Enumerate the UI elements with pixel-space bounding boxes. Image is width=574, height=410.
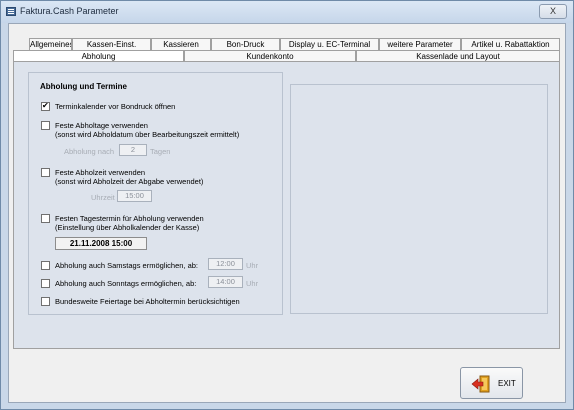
- terminkalender-label: Terminkalender vor Bondruck öffnen: [55, 102, 176, 111]
- app-icon: [6, 7, 16, 16]
- feste-abholzeit-hint: (sonst wird Abholzeit der Abgabe verwend…: [55, 177, 204, 186]
- feste-abholzeit-checkbox[interactable]: [41, 168, 50, 177]
- feiertage-checkbox[interactable]: [41, 297, 50, 306]
- exit-button[interactable]: EXIT: [460, 367, 523, 399]
- sonntags-uhr-label: Uhr: [246, 279, 259, 288]
- abholung-nach-label: Abholung nach: [64, 147, 115, 156]
- tab-display-ec-terminal[interactable]: Display u. EC-Terminal: [280, 38, 379, 50]
- tab-weitere-parameter[interactable]: weitere Parameter: [379, 38, 461, 50]
- exit-door-icon: [471, 375, 490, 393]
- tab-kassieren[interactable]: Kassieren: [151, 38, 211, 50]
- samstags-time-input[interactable]: 12:00: [208, 258, 243, 270]
- feste-abholtage-checkbox[interactable]: [41, 121, 50, 130]
- feste-abholtage-label: Feste Abholtage verwenden: [55, 121, 148, 130]
- section-title: Abholung und Termine: [40, 82, 127, 91]
- feste-abholtage-hint: (sonst wird Abholdatum über Bearbeitungs…: [55, 130, 240, 139]
- exit-label: EXIT: [498, 379, 516, 388]
- tagestermin-checkbox[interactable]: [41, 214, 50, 223]
- sonntags-label: Abholung auch Sonntags ermöglichen, ab:: [55, 279, 197, 288]
- tab-kassen-einst[interactable]: Kassen-Einst.: [72, 38, 151, 50]
- tab-artikel-rabattaktion[interactable]: Artikel u. Rabattaktion: [461, 38, 560, 50]
- uhrzeit-input[interactable]: 15:00: [117, 190, 152, 202]
- abholung-nach-input[interactable]: 2: [119, 144, 147, 156]
- tab-bon-druck[interactable]: Bon-Druck: [211, 38, 280, 50]
- feste-abholzeit-label: Feste Abholzeit verwenden: [55, 168, 146, 177]
- samstags-uhr-label: Uhr: [246, 261, 259, 270]
- tagen-label: Tagen: [150, 147, 171, 156]
- sonntags-time-input[interactable]: 14:00: [208, 276, 243, 288]
- feiertage-label: Bundesweite Feiertage bei Abholtermin be…: [55, 297, 240, 306]
- samstags-checkbox[interactable]: [41, 261, 50, 270]
- tagestermin-label: Festen Tagestermin für Abholung verwende…: [55, 214, 204, 223]
- terminkalender-checkbox[interactable]: [41, 101, 50, 111]
- right-panel: [290, 84, 548, 314]
- uhrzeit-label: Uhrzeit: [91, 193, 115, 202]
- sonntags-checkbox[interactable]: [41, 279, 50, 288]
- window-title: Faktura.Cash Parameter: [20, 6, 119, 16]
- tab-allgemeines[interactable]: Allgemeines: [29, 38, 72, 50]
- tagestermin-datetime-field[interactable]: 21.11.2008 15:00: [55, 237, 147, 250]
- title-bar[interactable]: Faktura.Cash Parameter X: [1, 1, 573, 23]
- samstags-label: Abholung auch Samstags ermöglichen, ab:: [55, 261, 199, 270]
- close-button[interactable]: X: [539, 4, 567, 19]
- tagestermin-hint: (Einstellung über Abholkalender der Kass…: [55, 223, 200, 232]
